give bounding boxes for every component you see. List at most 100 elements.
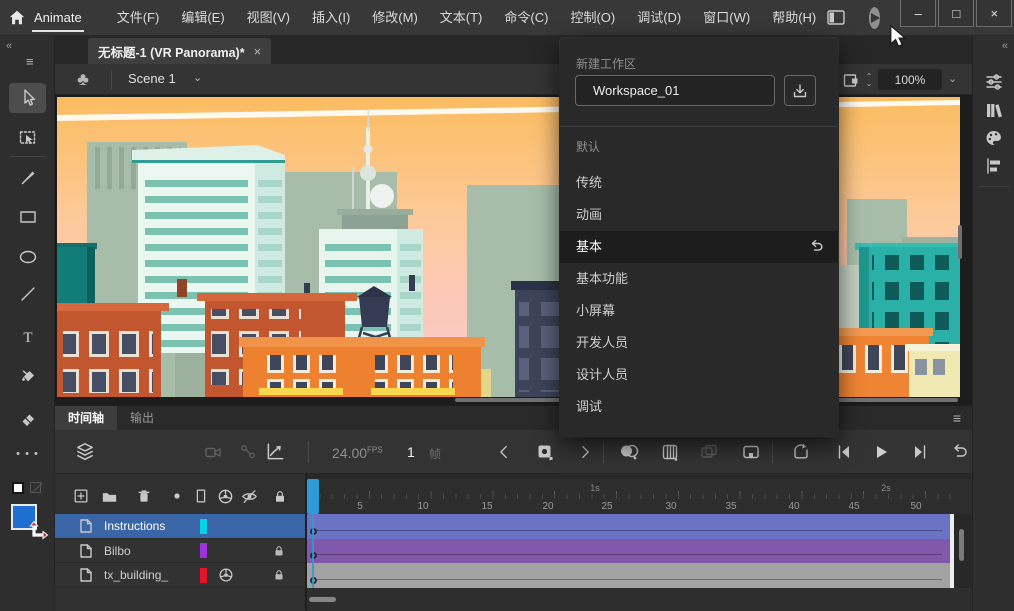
motion-graph-icon[interactable] <box>263 440 287 464</box>
selection-tool[interactable] <box>9 83 46 113</box>
menu-item-control[interactable]: 控制(O) <box>559 0 626 36</box>
workspace-item-designer[interactable]: 设计人员 <box>560 359 838 391</box>
rectangle-tool[interactable] <box>9 202 46 232</box>
test-movie-play-button[interactable] <box>869 7 880 29</box>
workspace-item-developer[interactable]: 开发人员 <box>560 327 838 359</box>
more-tools-button[interactable]: • • • <box>0 448 55 460</box>
oval-tool[interactable] <box>9 242 46 272</box>
home-icon[interactable] <box>8 0 26 36</box>
color-panel-icon[interactable] <box>982 126 1006 150</box>
menu-item-text[interactable]: 文本(T) <box>429 0 494 36</box>
subselection-tool[interactable] <box>9 124 46 154</box>
eraser-tool[interactable] <box>9 404 46 434</box>
reset-playhead-icon[interactable] <box>947 440 971 464</box>
outline-view-icon[interactable] <box>191 486 211 506</box>
frame-span-instructions[interactable] <box>307 514 950 539</box>
layer-color-swatch[interactable] <box>200 519 207 534</box>
next-frame-icon[interactable] <box>573 440 597 464</box>
menu-item-debug[interactable]: 调试(D) <box>626 0 692 36</box>
center-frame-icon[interactable] <box>739 440 763 464</box>
layer-lock-icon[interactable] <box>272 567 286 583</box>
menu-item-insert[interactable]: 插入(I) <box>301 0 361 36</box>
scene-icon[interactable]: ♣ <box>69 67 97 92</box>
layer-color-swatch[interactable] <box>200 543 207 558</box>
frame-span-tx-building[interactable] <box>307 563 950 588</box>
save-workspace-button[interactable] <box>784 75 816 106</box>
maximize-button[interactable]: □ <box>938 0 974 27</box>
menu-item-window[interactable]: 窗口(W) <box>692 0 761 36</box>
layer-row-instructions[interactable]: Instructions <box>55 514 305 539</box>
workspace-item-classic[interactable]: 传统 <box>560 167 838 199</box>
workspace-name-input[interactable]: Workspace_01 <box>575 75 775 106</box>
timeline-panel-menu-icon[interactable]: ≡ <box>953 410 961 426</box>
timeline-frame-area[interactable]: 1s 2s 5 10 15 20 25 30 35 40 45 50 <box>305 474 972 611</box>
clip-outside-stage-icon[interactable] <box>840 69 862 91</box>
stroke-color-swatch[interactable] <box>12 482 24 494</box>
lock-all-layers-icon[interactable] <box>270 486 290 506</box>
timeline-vertical-scrollbar[interactable] <box>959 529 964 561</box>
tab-close-icon[interactable]: × <box>254 44 262 59</box>
align-panel-icon[interactable] <box>982 154 1006 178</box>
frame-rate[interactable]: 24.00FPS <box>332 445 383 461</box>
zoom-level-input[interactable]: 100% <box>878 69 942 90</box>
properties-panel-icon[interactable] <box>982 70 1006 94</box>
edit-multiple-frames-icon[interactable] <box>697 440 721 464</box>
library-panel-icon[interactable] <box>982 98 1006 122</box>
menu-item-help[interactable]: 帮助(H) <box>761 0 827 36</box>
app-name-tab[interactable]: Animate <box>34 0 82 36</box>
paint-bucket-tool[interactable] <box>9 362 46 392</box>
workspace-switcher-icon[interactable] <box>827 5 845 31</box>
onion-skin-icon[interactable] <box>617 440 641 464</box>
workspace-item-basic[interactable]: 基本 <box>560 231 838 263</box>
menu-item-edit[interactable]: 编辑(E) <box>170 0 235 36</box>
line-tool[interactable] <box>9 279 46 309</box>
previous-frame-icon[interactable] <box>492 440 516 464</box>
tools-menu-icon[interactable]: ≡ <box>26 54 34 69</box>
no-color-icon[interactable] <box>30 482 41 493</box>
close-button[interactable]: × <box>976 0 1012 27</box>
document-tab[interactable]: 无标题-1 (VR Panorama)* × <box>88 38 271 64</box>
layer-color-swatch[interactable] <box>200 568 207 583</box>
delete-layer-icon[interactable] <box>134 486 154 506</box>
layers-view-icon[interactable] <box>73 440 97 464</box>
zoom-chevron-down-icon[interactable]: ⌄ <box>948 72 957 85</box>
zoom-stepper[interactable]: ⌃ ⌄ <box>861 66 877 94</box>
expand-panels-icon[interactable]: « <box>1002 40 1007 52</box>
layer-attach-camera-icon[interactable] <box>217 566 235 584</box>
workspace-item-essentials[interactable]: 基本功能 <box>560 263 838 295</box>
brush-tool[interactable] <box>9 162 46 192</box>
minimize-button[interactable]: – <box>900 0 936 27</box>
reset-workspace-icon[interactable] <box>807 239 824 254</box>
new-layer-icon[interactable] <box>71 486 91 506</box>
frame-span-bilbo[interactable] <box>307 539 950 563</box>
workspace-item-small-screen[interactable]: 小屏幕 <box>560 295 838 327</box>
layer-lock-icon[interactable] <box>272 543 286 559</box>
new-folder-icon[interactable] <box>99 486 119 506</box>
hide-all-layers-icon[interactable] <box>239 486 259 506</box>
menu-item-file[interactable]: 文件(F) <box>106 0 171 36</box>
collapse-tools-icon[interactable]: « <box>6 40 11 52</box>
menu-item-modify[interactable]: 修改(M) <box>361 0 429 36</box>
highlight-layer-icon[interactable] <box>167 486 187 506</box>
tab-timeline[interactable]: 时间轴 <box>55 406 117 430</box>
workspace-item-animation[interactable]: 动画 <box>560 199 838 231</box>
scene-name[interactable]: Scene 1 <box>128 71 176 86</box>
onion-skin-outline-icon[interactable] <box>658 440 682 464</box>
stepper-down-icon[interactable]: ⌄ <box>866 80 873 87</box>
workspace-item-debug[interactable]: 调试 <box>560 391 838 423</box>
attach-camera-all-icon[interactable] <box>215 486 235 506</box>
parent-link-icon[interactable] <box>236 440 260 464</box>
timeline-ruler[interactable]: 1s 2s 5 10 15 20 25 30 35 40 45 50 <box>307 479 974 514</box>
playhead[interactable] <box>307 479 319 514</box>
current-frame[interactable]: 1 <box>407 444 415 460</box>
timeline-horizontal-scrollbar[interactable] <box>309 597 336 602</box>
step-back-icon[interactable] <box>831 440 855 464</box>
camera-icon[interactable] <box>201 440 225 464</box>
text-tool[interactable]: T <box>9 322 46 352</box>
loop-icon[interactable] <box>789 440 813 464</box>
step-forward-icon[interactable] <box>909 440 933 464</box>
canvas-vertical-scrollbar[interactable] <box>958 225 962 259</box>
layer-row-bilbo[interactable]: Bilbo <box>55 539 305 563</box>
insert-keyframe-icon[interactable] <box>533 440 557 464</box>
menu-item-command[interactable]: 命令(C) <box>493 0 559 36</box>
